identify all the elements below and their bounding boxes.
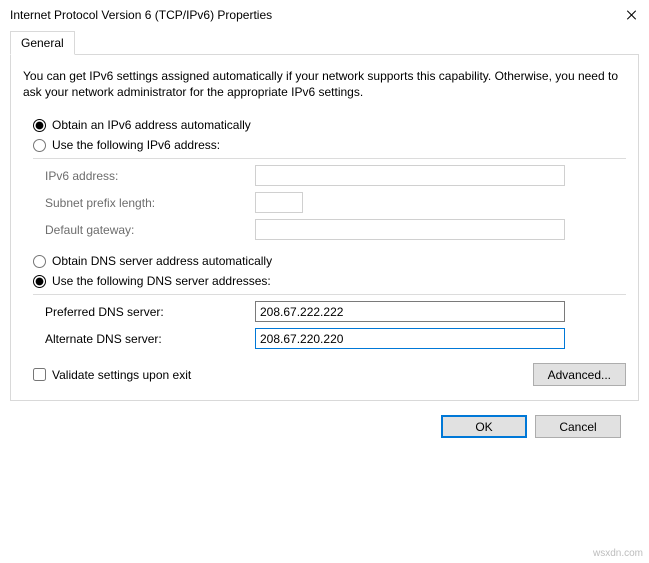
label-default-gateway: Default gateway: — [45, 223, 255, 237]
radio-dns-manual-label: Use the following DNS server addresses: — [52, 274, 271, 288]
tab-strip: General — [10, 31, 639, 55]
checkbox-validate-label: Validate settings upon exit — [52, 368, 191, 382]
checkbox-validate[interactable]: Validate settings upon exit — [33, 368, 191, 382]
cancel-button[interactable]: Cancel — [535, 415, 621, 438]
row-subnet-prefix: Subnet prefix length: — [45, 192, 626, 213]
input-subnet-prefix — [255, 192, 303, 213]
dialog-footer: OK Cancel — [10, 401, 639, 448]
row-alternate-dns: Alternate DNS server: — [45, 328, 626, 349]
radio-ipv6-manual[interactable]: Use the following IPv6 address: — [33, 138, 626, 152]
divider — [33, 158, 626, 159]
radio-dns-auto[interactable]: Obtain DNS server address automatically — [33, 254, 626, 268]
input-ipv6-address — [255, 165, 565, 186]
dns-fields: Preferred DNS server: Alternate DNS serv… — [45, 301, 626, 349]
radio-dns-manual[interactable]: Use the following DNS server addresses: — [33, 274, 626, 288]
title-bar: Internet Protocol Version 6 (TCP/IPv6) P… — [0, 0, 649, 30]
label-subnet-prefix: Subnet prefix length: — [45, 196, 255, 210]
radio-ipv6-auto[interactable]: Obtain an IPv6 address automatically — [33, 118, 626, 132]
label-alternate-dns: Alternate DNS server: — [45, 332, 255, 346]
radio-dns-auto-input[interactable] — [33, 255, 46, 268]
row-default-gateway: Default gateway: — [45, 219, 626, 240]
divider — [33, 294, 626, 295]
radio-ipv6-manual-label: Use the following IPv6 address: — [52, 138, 220, 152]
radio-ipv6-auto-input[interactable] — [33, 119, 46, 132]
label-ipv6-address: IPv6 address: — [45, 169, 255, 183]
window-title: Internet Protocol Version 6 (TCP/IPv6) P… — [10, 8, 272, 22]
radio-dns-auto-label: Obtain DNS server address automatically — [52, 254, 272, 268]
description-text: You can get IPv6 settings assigned autom… — [23, 68, 626, 100]
content-area: General You can get IPv6 settings assign… — [0, 30, 649, 458]
radio-ipv6-manual-input[interactable] — [33, 139, 46, 152]
row-preferred-dns: Preferred DNS server: — [45, 301, 626, 322]
input-preferred-dns[interactable] — [255, 301, 565, 322]
input-alternate-dns[interactable] — [255, 328, 565, 349]
input-default-gateway — [255, 219, 565, 240]
radio-dns-manual-input[interactable] — [33, 275, 46, 288]
bottom-row: Validate settings upon exit Advanced... — [33, 363, 626, 386]
ipv6-address-fields: IPv6 address: Subnet prefix length: Defa… — [45, 165, 626, 240]
close-icon[interactable] — [627, 10, 637, 20]
watermark: wsxdn.com — [593, 548, 643, 559]
ok-button[interactable]: OK — [441, 415, 527, 438]
tab-general[interactable]: General — [10, 31, 75, 55]
advanced-button[interactable]: Advanced... — [533, 363, 626, 386]
label-preferred-dns: Preferred DNS server: — [45, 305, 255, 319]
checkbox-validate-input[interactable] — [33, 368, 46, 381]
tab-panel-general: You can get IPv6 settings assigned autom… — [10, 54, 639, 401]
radio-ipv6-auto-label: Obtain an IPv6 address automatically — [52, 118, 251, 132]
row-ipv6-address: IPv6 address: — [45, 165, 626, 186]
